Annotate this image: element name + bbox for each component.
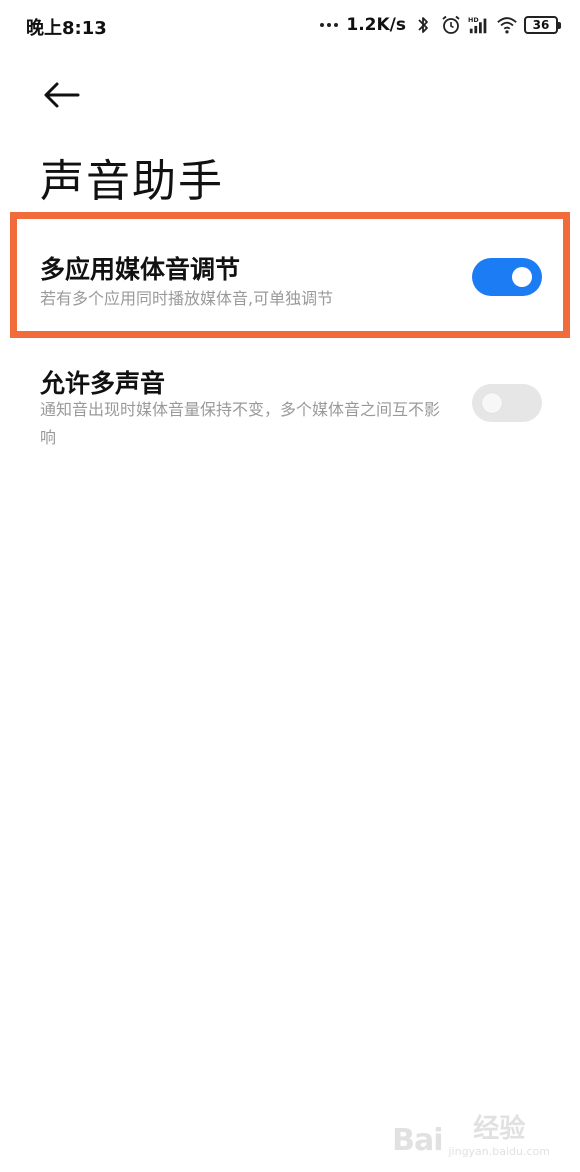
setting-title: 多应用媒体音调节: [40, 255, 241, 284]
hd-signal-icon: HD: [468, 16, 487, 34]
setting-title: 允许多声音: [40, 369, 166, 398]
dots-icon: [320, 23, 339, 27]
status-bar: 晚上8:13 1.2K/s HD 36: [0, 0, 580, 52]
watermark-brand: 经验: [473, 1114, 526, 1144]
setting-multi-app-media-volume[interactable]: 多应用媒体音调节 若有多个应用同时播放媒体音,可单独调节: [0, 240, 580, 320]
watermark-logo: Bai: [392, 1123, 443, 1158]
battery-icon: 36: [524, 16, 561, 34]
bluetooth-icon: [418, 17, 428, 33]
setting-allow-multiple-sounds[interactable]: 允许多声音 通知音出现时媒体音量保持不变，多个媒体音之间互不影响: [0, 356, 580, 456]
toggle-knob: [482, 393, 502, 413]
battery-level: 36: [532, 18, 550, 32]
allow-multiple-sounds-toggle[interactable]: [472, 384, 542, 422]
baidu-watermark: Bai 经验 jingyan.baidu.com: [392, 1108, 550, 1158]
page-title: 声音助手: [40, 156, 224, 207]
watermark-url: jingyan.baidu.com: [448, 1145, 550, 1158]
svg-text:HD: HD: [468, 16, 479, 24]
wifi-icon: [497, 17, 517, 34]
status-icons: 1.2K/s HD 36: [320, 12, 561, 38]
alarm-icon: [442, 15, 460, 34]
setting-description: 通知音出现时媒体音量保持不变，多个媒体音之间互不影响: [40, 400, 441, 447]
toggle-knob: [512, 267, 532, 287]
multi-app-media-volume-toggle[interactable]: [472, 258, 542, 296]
network-speed: 1.2K/s: [346, 15, 406, 35]
status-time: 晚上8:13: [26, 18, 107, 39]
setting-description: 若有多个应用同时播放媒体音,可单独调节: [40, 289, 334, 308]
back-arrow-icon[interactable]: [40, 80, 84, 110]
